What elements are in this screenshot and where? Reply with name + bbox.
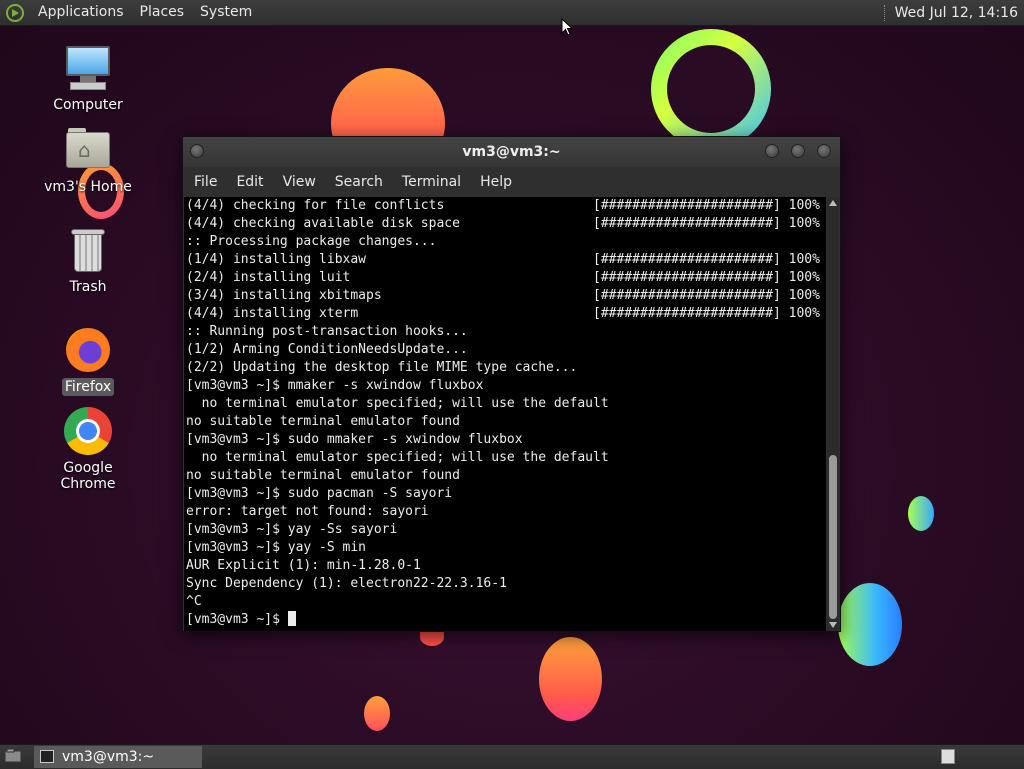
menu-places[interactable]: Places [132,0,193,25]
close-icon[interactable] [817,144,831,158]
desktop-icon-label: Trash [69,279,107,295]
wallpaper-shape [908,496,934,531]
terminal-line: (4/4) installing xterm [################… [186,306,820,321]
workspace-switcher[interactable] [941,749,955,764]
menu-edit[interactable]: Edit [225,169,271,195]
terminal-line: AUR Explicit (1): min-1.28.0-1 [186,558,421,573]
terminal-line: [vm3@vm3 ~]$ yay -S min [186,540,367,555]
desktop-icon-chrome[interactable]: Google Chrome [33,407,143,493]
terminal-window[interactable]: vm3@vm3:~ File Edit View Search Terminal… [182,136,841,632]
desktop-icon-firefox[interactable]: Firefox [33,326,143,396]
desktop-icon-computer[interactable]: Computer [33,44,143,114]
terminal-line: error: target not found: sayori [186,504,429,519]
menu-search[interactable]: Search [324,169,391,195]
desktop-icon-label: Google Chrome [60,460,116,492]
terminal-line: (4/4) checking available disk space [###… [186,216,820,231]
chrome-icon [64,407,112,455]
terminal-line: [vm3@vm3 ~]$ sudo mmaker -s xwindow flux… [186,432,523,447]
terminal-line: (1/2) Arming ConditionNeedsUpdate... [186,342,468,357]
desktop-icon-trash[interactable]: Trash [33,226,143,296]
terminal-prompt: [vm3@vm3 ~]$ [186,612,288,627]
terminal-output[interactable]: (4/4) checking for file conflicts [#####… [184,197,826,631]
terminal-line: (3/4) installing xbitmaps [#############… [186,288,820,303]
menu-terminal[interactable]: Terminal [391,169,469,195]
wallpaper-shape [539,637,602,721]
desktop-icon-label: Firefox [61,378,115,396]
text-cursor [287,611,296,626]
menu-applications[interactable]: Applications [30,0,132,25]
terminal-line: no terminal emulator specified; will use… [186,396,609,411]
terminal-prompt-line[interactable]: [vm3@vm3 ~]$ [184,611,826,629]
terminal-line: [vm3@vm3 ~]$ sudo pacman -S sayori [186,486,453,501]
terminal-line: [vm3@vm3 ~]$ mmaker -s xwindow fluxbox [186,378,484,393]
terminal-line: (1/4) installing libxaw [###############… [186,252,820,267]
scroll-down-icon[interactable] [829,622,837,628]
computer-icon [64,44,112,92]
menu-help[interactable]: Help [469,169,520,195]
terminal-line: no terminal emulator specified; will use… [186,450,609,465]
window-title: vm3@vm3:~ [462,144,561,160]
terminal-line: (2/2) Updating the desktop file MIME typ… [186,360,578,375]
bottom-panel: vm3@vm3:~ [0,744,1024,769]
terminal-icon [40,750,54,763]
window-titlebar[interactable]: vm3@vm3:~ [183,137,840,167]
trash-icon [64,226,112,274]
desktop-icon-label: Computer [53,97,123,113]
terminal-menubar: File Edit View Search Terminal Help [183,169,840,195]
wallpaper-shape [651,29,771,149]
menu-file[interactable]: File [183,169,225,195]
terminal-line: :: Running post-transaction hooks... [186,324,468,339]
home-folder-icon: ⌂ [64,126,112,174]
clock[interactable]: Wed Jul 12, 14:16 [895,5,1024,21]
taskbar-item-label: vm3@vm3:~ [62,749,155,765]
wallpaper-shape [838,583,902,666]
menu-view[interactable]: View [272,169,324,195]
maximize-icon[interactable] [791,144,805,158]
window-menu-icon[interactable] [190,144,204,158]
terminal-line: [vm3@vm3 ~]$ yay -Ss sayori [186,522,398,537]
firefox-icon [64,326,112,374]
taskbar-item-terminal[interactable]: vm3@vm3:~ [34,746,202,768]
minimize-icon[interactable] [765,144,779,158]
terminal-line: ^C [186,594,202,609]
menu-system[interactable]: System [192,0,260,25]
terminal-line: (2/4) installing luit [#################… [186,270,820,285]
top-panel: Applications Places System Wed Jul 12, 1… [0,0,1024,26]
terminal-line: :: Processing package changes... [186,234,437,249]
distro-logo-icon[interactable] [6,3,24,22]
scrollbar-thumb[interactable] [829,455,837,619]
scroll-up-icon[interactable] [829,200,837,206]
terminal-line: no suitable terminal emulator found [186,414,460,429]
desktop-icon-label: vm3's Home [44,179,132,195]
desktop-icon-home[interactable]: ⌂ vm3's Home [33,126,143,196]
terminal-line: Sync Dependency (1): electron22-22.3.16-… [186,576,507,591]
show-desktop-icon[interactable] [4,748,22,764]
panel-separator [883,4,887,21]
terminal-scrollbar[interactable] [827,197,839,631]
terminal-line: (4/4) checking for file conflicts [#####… [186,198,820,213]
wallpaper-shape [364,696,390,731]
terminal-line: no suitable terminal emulator found [186,468,460,483]
